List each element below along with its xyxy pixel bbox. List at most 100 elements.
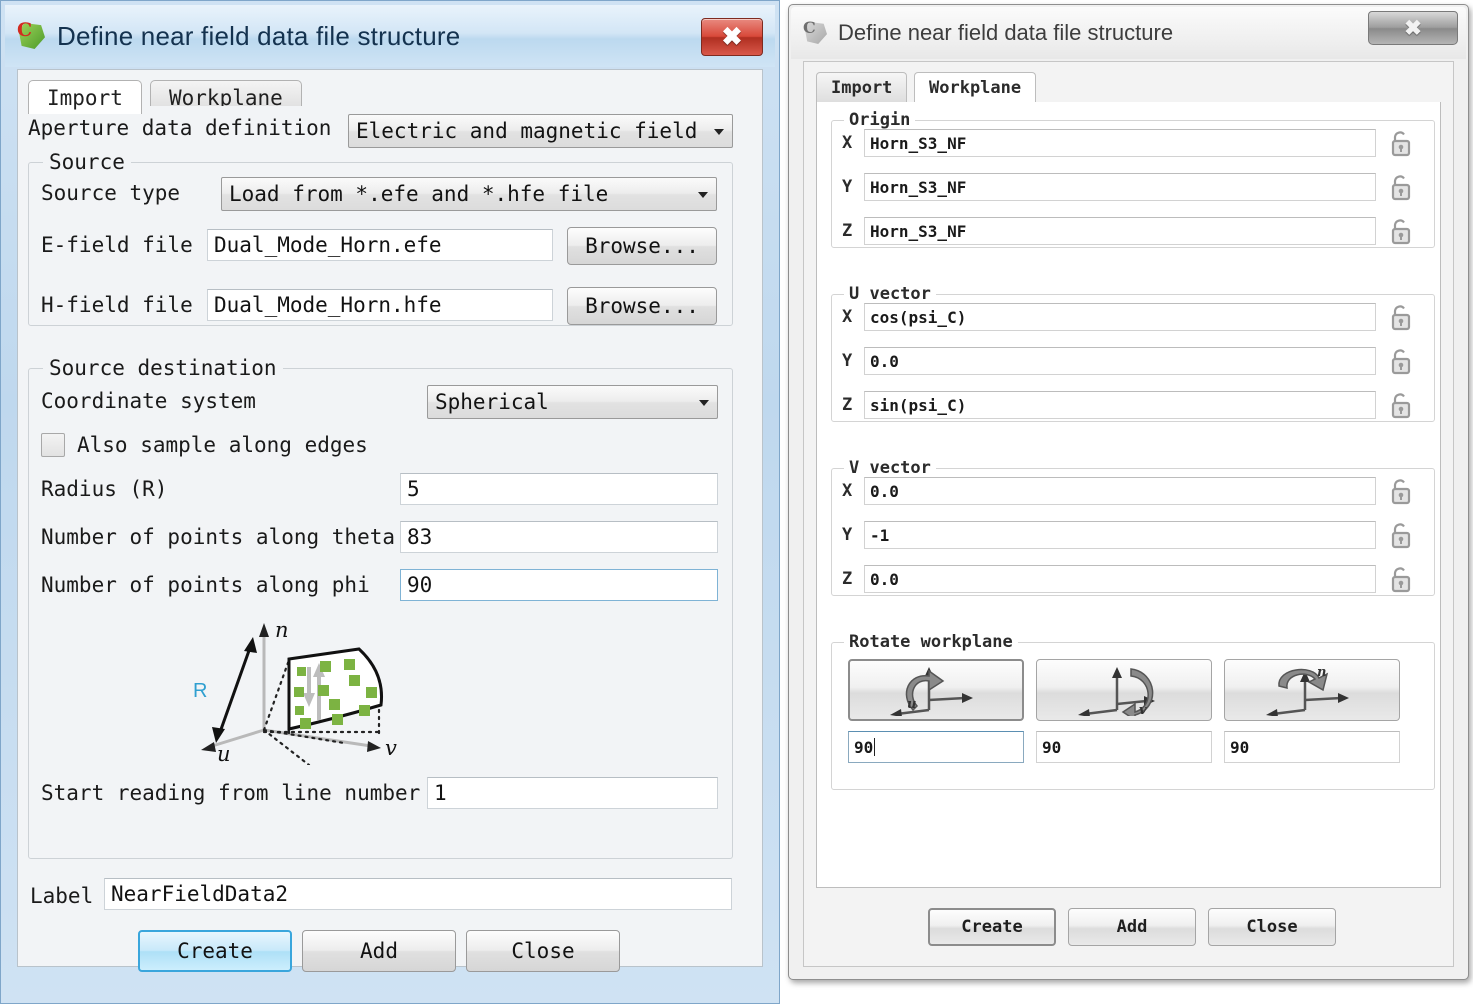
- origin-x-label: X: [842, 133, 853, 153]
- unlock-icon[interactable]: [1384, 173, 1418, 203]
- cadfeko-icon: C: [17, 21, 47, 51]
- u-vector-z-label: Z: [842, 395, 853, 415]
- diagram-axis-u-label: u: [217, 742, 231, 765]
- v-vector-z-input[interactable]: 0.0: [864, 565, 1376, 593]
- create-button[interactable]: Create: [928, 908, 1056, 946]
- start-line-label: Start reading from line number: [41, 781, 421, 805]
- radius-label: Radius (R): [41, 477, 168, 501]
- theta-points-label: Number of points along theta: [41, 525, 396, 549]
- left-dialog-title: Define near field data file structure: [57, 20, 461, 51]
- right-tabstrip: Import Workplane: [816, 72, 1441, 104]
- aperture-data-definition-select[interactable]: Electric and magnetic field: [348, 114, 733, 148]
- v-vector-x-input[interactable]: 0.0: [864, 477, 1376, 505]
- u-vector-group-title: U vector: [844, 284, 936, 304]
- also-sample-along-edges-checkbox[interactable]: [41, 433, 65, 457]
- origin-x-input[interactable]: Horn_S3_NF: [864, 129, 1376, 157]
- unlock-icon[interactable]: [1384, 521, 1418, 551]
- left-dialog-window: C Define near field data file structure …: [0, 0, 780, 1004]
- unlock-icon[interactable]: [1384, 303, 1418, 333]
- tab-import[interactable]: Import: [28, 80, 142, 114]
- left-import-panel: Aperture data definition Electric and ma…: [28, 106, 752, 972]
- hfield-file-input[interactable]: Dual_Mode_Horn.hfe: [207, 289, 553, 321]
- workplane-panel: Origin X Horn_S3_NF Y Horn_S3_NF Z Horn_…: [816, 102, 1441, 888]
- label-input[interactable]: NearFieldData2: [104, 878, 732, 910]
- v-vector-x-label: X: [842, 481, 853, 501]
- hfield-browse-button[interactable]: Browse...: [567, 287, 717, 325]
- rotate-about-u-icon[interactable]: u: [848, 659, 1024, 721]
- u-vector-group: U vector X cos(psi_C) Y 0.0 Z sin(psi_C): [831, 284, 1435, 422]
- source-group-title: Source: [43, 150, 131, 174]
- rotate-workplane-group: Rotate workplane u v n 90 90 90: [831, 632, 1435, 790]
- origin-y-input[interactable]: Horn_S3_NF: [864, 173, 1376, 201]
- v-vector-y-label: Y: [842, 525, 853, 545]
- close-button[interactable]: Close: [466, 930, 620, 972]
- unlock-icon[interactable]: [1384, 129, 1418, 159]
- source-group: Source Source type Load from *.efe and *…: [28, 150, 733, 326]
- origin-group: Origin X Horn_S3_NF Y Horn_S3_NF Z Horn_…: [831, 110, 1435, 248]
- v-vector-group-title: V vector: [844, 458, 936, 478]
- close-button[interactable]: Close: [1208, 908, 1336, 946]
- rotate-about-v-icon[interactable]: v: [1036, 659, 1212, 721]
- close-icon[interactable]: ✖: [701, 18, 763, 56]
- diagram-radius-label: R: [193, 680, 207, 702]
- unlock-icon[interactable]: [1384, 477, 1418, 507]
- svg-text:u: u: [907, 697, 916, 712]
- radius-input[interactable]: 5: [400, 473, 718, 505]
- hfield-file-label: H-field file: [41, 293, 193, 317]
- aperture-row: Aperture data definition: [28, 116, 331, 140]
- unlock-icon[interactable]: [1384, 391, 1418, 421]
- add-button[interactable]: Add: [1068, 908, 1196, 946]
- rotate-workplane-title: Rotate workplane: [844, 632, 1018, 652]
- unlock-icon[interactable]: [1384, 347, 1418, 377]
- rotate-about-n-icon[interactable]: n: [1224, 659, 1400, 721]
- origin-z-input[interactable]: Horn_S3_NF: [864, 217, 1376, 245]
- spherical-sampling-diagram: n u v R: [189, 615, 429, 767]
- create-button[interactable]: Create: [138, 930, 292, 972]
- u-vector-z-input[interactable]: sin(psi_C): [864, 391, 1376, 419]
- start-line-input[interactable]: 1: [427, 777, 718, 809]
- theta-points-input[interactable]: 83: [400, 521, 718, 553]
- v-vector-y-input[interactable]: -1: [864, 521, 1376, 549]
- coordinate-system-label: Coordinate system: [41, 389, 256, 413]
- rotate-angle-u-input[interactable]: 90: [848, 731, 1024, 763]
- v-vector-z-label: Z: [842, 569, 853, 589]
- source-destination-group: Source destination Coordinate system Sph…: [28, 356, 733, 859]
- unlock-icon[interactable]: [1384, 565, 1418, 595]
- efield-file-input[interactable]: Dual_Mode_Horn.efe: [207, 229, 553, 261]
- source-type-value: Load from *.efe and *.hfe file: [229, 182, 609, 206]
- unlock-icon[interactable]: [1384, 217, 1418, 247]
- origin-z-label: Z: [842, 221, 853, 241]
- also-sample-along-edges-label: Also sample along edges: [77, 433, 368, 457]
- right-titlebar: C Define near field data file structure …: [791, 7, 1466, 59]
- rotate-angle-n-input[interactable]: 90: [1224, 731, 1400, 763]
- phi-points-input[interactable]: 90: [400, 569, 718, 601]
- efield-browse-button[interactable]: Browse...: [567, 227, 717, 265]
- right-dialog-window: C Define near field data file structure …: [788, 4, 1469, 980]
- diagram-axis-n-label: n: [275, 618, 289, 642]
- add-button[interactable]: Add: [302, 930, 456, 972]
- v-vector-group: V vector X 0.0 Y -1 Z 0.0: [831, 458, 1435, 596]
- origin-y-label: Y: [842, 177, 853, 197]
- u-vector-y-input[interactable]: 0.0: [864, 347, 1376, 375]
- source-type-select[interactable]: Load from *.efe and *.hfe file: [221, 177, 717, 211]
- coordinate-system-select[interactable]: Spherical: [427, 385, 718, 419]
- label-field-label: Label: [30, 884, 94, 908]
- close-icon[interactable]: ✖: [1368, 11, 1458, 45]
- source-destination-title: Source destination: [43, 356, 283, 380]
- aperture-label: Aperture data definition: [28, 116, 332, 140]
- rotate-angle-v-input[interactable]: 90: [1036, 731, 1212, 763]
- origin-group-title: Origin: [844, 110, 916, 130]
- chevron-down-icon: [698, 192, 708, 198]
- u-vector-y-label: Y: [842, 351, 853, 371]
- rotate-angle-u-value: 90: [854, 737, 874, 757]
- u-vector-x-label: X: [842, 307, 853, 327]
- tab-workplane[interactable]: Workplane: [914, 72, 1037, 102]
- chevron-down-icon: [699, 400, 709, 406]
- phi-points-label: Number of points along phi: [41, 573, 370, 597]
- chevron-down-icon: [714, 129, 724, 135]
- tab-import[interactable]: Import: [816, 72, 908, 102]
- svg-text:v: v: [1139, 703, 1147, 716]
- efield-file-label: E-field file: [41, 233, 193, 257]
- diagram-axis-v-label: v: [385, 736, 397, 760]
- u-vector-x-input[interactable]: cos(psi_C): [864, 303, 1376, 331]
